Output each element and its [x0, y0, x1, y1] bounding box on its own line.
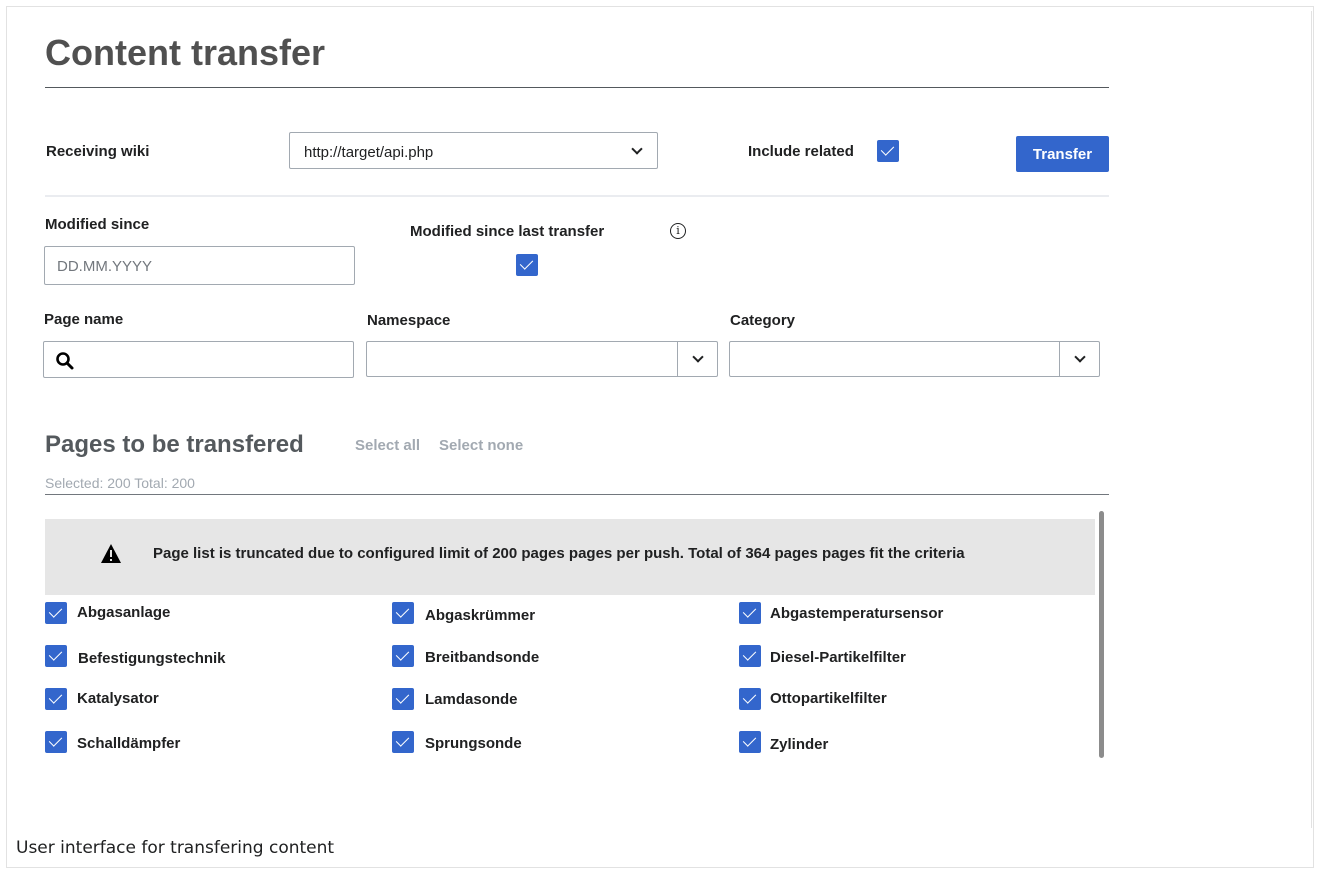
- page-checkbox[interactable]: [739, 688, 761, 710]
- category-select[interactable]: [729, 341, 1100, 377]
- transfer-button[interactable]: Transfer: [1016, 136, 1109, 172]
- page-item-label: Befestigungstechnik: [78, 650, 226, 667]
- select-divider: [677, 342, 678, 376]
- page-list-scrollbar[interactable]: [1099, 511, 1104, 758]
- page-name-label: Page name: [44, 311, 124, 328]
- page-title: Content transfer: [45, 32, 326, 73]
- include-related-label: Include related: [748, 143, 854, 160]
- page-checkbox[interactable]: [739, 731, 761, 753]
- modified-since-last-transfer-checkbox[interactable]: [516, 254, 538, 276]
- select-none-link[interactable]: Select none: [439, 437, 523, 454]
- page-checkbox[interactable]: [45, 688, 67, 710]
- namespace-label: Namespace: [367, 312, 451, 329]
- page-checkbox[interactable]: [45, 645, 67, 667]
- page-item-label: Sprungsonde: [425, 735, 522, 752]
- page-item-label: Zylinder: [770, 736, 829, 753]
- modified-since-last-transfer-label: Modified since last transfer: [410, 223, 605, 240]
- page-checkbox[interactable]: [392, 602, 414, 624]
- title-divider: [45, 87, 1109, 88]
- search-icon: [56, 352, 74, 370]
- page-checkbox[interactable]: [392, 688, 414, 710]
- page-checkbox[interactable]: [45, 731, 67, 753]
- select-divider: [1059, 342, 1060, 376]
- select-all-link[interactable]: Select all: [355, 437, 420, 454]
- page-item-label: Abgasanlage: [77, 604, 171, 621]
- page-checkbox[interactable]: [392, 645, 414, 667]
- receiving-wiki-select[interactable]: http://target/api.php: [289, 132, 658, 169]
- date-placeholder: DD.MM.YYYY: [57, 258, 153, 275]
- modified-since-date-input[interactable]: DD.MM.YYYY: [44, 246, 355, 285]
- pages-section-title: Pages to be transfered: [45, 431, 304, 458]
- section-divider: [45, 195, 1109, 197]
- page-item-label: Abgastemperatursensor: [770, 605, 944, 622]
- page-name-search-input[interactable]: [43, 341, 354, 378]
- page-item-label: Abgaskrümmer: [425, 607, 536, 624]
- page-item-label: Breitbandsonde: [425, 649, 540, 666]
- category-label: Category: [730, 312, 796, 329]
- pages-divider: [45, 494, 1109, 495]
- page-item-label: Katalysator: [77, 690, 159, 707]
- page-checkbox[interactable]: [45, 602, 67, 624]
- receiving-wiki-value: http://target/api.php: [304, 144, 434, 161]
- warning-message: Page list is truncated due to configured…: [153, 545, 965, 562]
- chevron-down-icon: [1074, 351, 1086, 363]
- selection-count: Selected: 200 Total: 200: [45, 475, 195, 491]
- page-item-label: Diesel-Partikelfilter: [770, 649, 906, 666]
- figure-inner-frame: [10, 11, 1312, 828]
- page-checkbox[interactable]: [739, 602, 761, 624]
- info-icon[interactable]: i: [670, 223, 686, 239]
- truncation-warning: Page list is truncated due to configured…: [45, 519, 1095, 595]
- modified-since-label: Modified since: [45, 216, 150, 233]
- chevron-down-icon: [631, 143, 643, 155]
- page-item-label: Lamdasonde: [425, 691, 518, 708]
- page-checkbox[interactable]: [392, 731, 414, 753]
- namespace-select[interactable]: [366, 341, 718, 377]
- receiving-wiki-label: Receiving wiki: [46, 143, 150, 160]
- figure-caption: User interface for transfering content: [16, 838, 335, 858]
- page-item-label: Ottopartikelfilter: [770, 690, 887, 707]
- page-checkbox[interactable]: [739, 645, 761, 667]
- chevron-down-icon: [692, 351, 704, 363]
- page-item-label: Schalldämpfer: [77, 735, 181, 752]
- include-related-checkbox[interactable]: [877, 140, 899, 162]
